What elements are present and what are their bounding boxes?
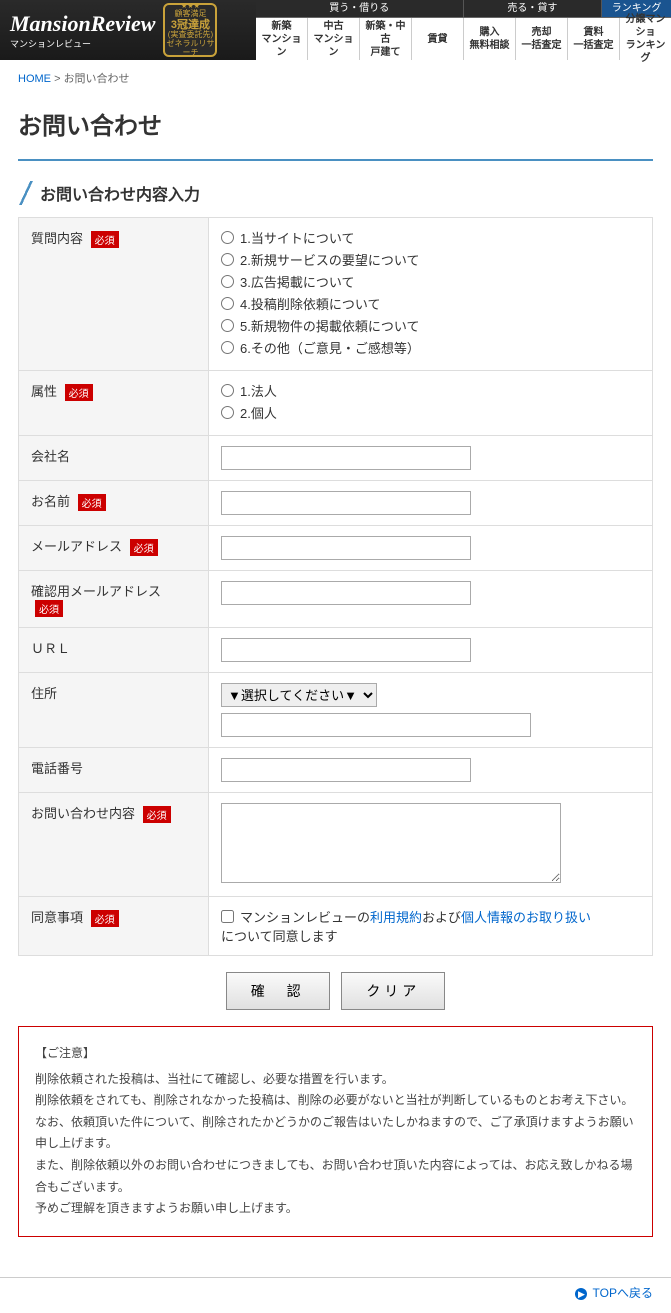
required-badge: 必須	[35, 600, 63, 617]
radio-input[interactable]	[221, 406, 234, 419]
required-badge: 必須	[130, 539, 158, 556]
notice-line: 予めご理解を頂きますようお願い申し上げます。	[35, 1198, 636, 1220]
label-agree: 同意事項 必須	[19, 897, 209, 956]
label-email: メールアドレス 必須	[19, 526, 209, 571]
radio-input[interactable]	[221, 231, 234, 244]
logo-main: MansionReview	[10, 11, 155, 37]
terms-link[interactable]: 利用規約	[370, 907, 422, 926]
radio-input[interactable]	[221, 253, 234, 266]
label-company: 会社名	[19, 436, 209, 481]
main-nav: 買う・借りる 売る・貸す ランキング 新築 マンション 中古 マンション 新築・…	[256, 0, 671, 60]
radio-input[interactable]	[221, 275, 234, 288]
field-attribute: 1.法人 2.個人	[209, 371, 653, 436]
required-badge: 必須	[91, 231, 119, 248]
inquiry-form: 質問内容 必須 1.当サイトについて 2.新規サービスの要望について 3.広告掲…	[18, 217, 653, 956]
url-input[interactable]	[221, 638, 471, 662]
nav-cat-buy[interactable]: 買う・借りる	[256, 0, 463, 17]
title-divider	[18, 159, 653, 161]
nav-cat-sell[interactable]: 売る・貸す	[463, 0, 602, 17]
main-content: お問い合わせ お問い合わせ内容入力 質問内容 必須 1.当サイトについて 2.新…	[0, 106, 671, 1277]
name-input[interactable]	[221, 491, 471, 515]
radio-input[interactable]	[221, 341, 234, 354]
nav-tab[interactable]: 分譲マンショ ランキング	[619, 18, 671, 60]
nav-tab[interactable]: 売却 一括査定	[515, 18, 567, 60]
badge-line: ゼネラルリサーチ	[165, 40, 215, 58]
page-title: お問い合わせ	[18, 106, 653, 141]
label-tel: 電話番号	[19, 748, 209, 793]
logo[interactable]: MansionReview マンションレビュー	[10, 11, 155, 50]
radio-option[interactable]: 2.個人	[221, 403, 640, 422]
breadcrumb-home[interactable]: HOME	[18, 73, 51, 85]
slash-icon	[18, 181, 34, 205]
privacy-link[interactable]: 個人情報のお取り扱い	[461, 907, 591, 926]
radio-option[interactable]: 3.広告掲載について	[221, 272, 640, 291]
email-confirm-input[interactable]	[221, 581, 471, 605]
breadcrumb-current: お問い合わせ	[64, 73, 130, 85]
body-textarea[interactable]	[221, 803, 561, 883]
radio-input[interactable]	[221, 297, 234, 310]
label-body: お問い合わせ内容 必須	[19, 793, 209, 897]
form-buttons: 確 認 クリア	[18, 972, 653, 1010]
notice-line: また、削除依頼以外のお問い合わせにつきましても、お問い合わせ頂いた内容によっては…	[35, 1155, 636, 1198]
breadcrumb-sep: >	[54, 73, 60, 85]
notice-line: なお、依頼頂いた件について、削除されたかどうかのご報告はいたしかねますので、ご了…	[35, 1112, 636, 1155]
address-select[interactable]: ▼選択してください▼	[221, 683, 377, 707]
radio-option[interactable]: 1.法人	[221, 381, 640, 400]
radio-option[interactable]: 2.新規サービスの要望について	[221, 250, 640, 269]
required-badge: 必須	[91, 910, 119, 927]
back-to-top: ▶ TOPへ戻る	[0, 1277, 671, 1313]
email-input[interactable]	[221, 536, 471, 560]
notice-title: 【ご注意】	[35, 1043, 636, 1065]
radio-option[interactable]: 1.当サイトについて	[221, 228, 640, 247]
nav-tab[interactable]: 購入 無料相談	[463, 18, 515, 60]
section-header: お問い合わせ内容入力	[18, 181, 653, 205]
nav-tabs: 新築 マンション 中古 マンション 新築・中古 戸建て 賃貸 購入 無料相談 売…	[256, 18, 671, 60]
agree-checkbox[interactable]	[221, 910, 234, 923]
tel-input[interactable]	[221, 758, 471, 782]
field-question-type: 1.当サイトについて 2.新規サービスの要望について 3.広告掲載について 4.…	[209, 218, 653, 371]
site-header: MansionReview マンションレビュー ★★★ 顧客満足 3冠達成 (実…	[0, 0, 671, 60]
award-badge: ★★★ 顧客満足 3冠達成 (実査委託先) ゼネラルリサーチ	[163, 3, 217, 57]
nav-tab[interactable]: 賃貸	[411, 18, 463, 60]
arrow-up-icon: ▶	[575, 1288, 587, 1300]
notice-line: 削除依頼された投稿は、当社にて確認し、必要な措置を行います。	[35, 1069, 636, 1091]
radio-input[interactable]	[221, 319, 234, 332]
nav-tab[interactable]: 中古 マンション	[307, 18, 359, 60]
required-badge: 必須	[78, 494, 106, 511]
required-badge: 必須	[143, 806, 171, 823]
section-title: お問い合わせ内容入力	[40, 181, 200, 205]
radio-option[interactable]: 4.投稿削除依頼について	[221, 294, 640, 313]
clear-button[interactable]: クリア	[341, 972, 445, 1010]
back-to-top-link[interactable]: TOPへ戻る	[593, 1286, 653, 1300]
company-input[interactable]	[221, 446, 471, 470]
badge-line: 顧客満足	[174, 10, 206, 19]
breadcrumb: HOME > お問い合わせ	[0, 60, 671, 96]
agree-row: マンションレビューの 利用規約 および 個人情報のお取り扱い について同意します	[221, 907, 640, 945]
notice-box: 【ご注意】 削除依頼された投稿は、当社にて確認し、必要な措置を行います。 削除依…	[18, 1026, 653, 1237]
notice-line: 削除依頼をされても、削除されなかった投稿は、削除の必要がないと当社が判断している…	[35, 1090, 636, 1112]
address-input[interactable]	[221, 713, 531, 737]
nav-tab[interactable]: 賃料 一括査定	[567, 18, 619, 60]
radio-option[interactable]: 5.新規物件の掲載依頼について	[221, 316, 640, 335]
required-badge: 必須	[65, 384, 93, 401]
label-email-confirm: 確認用メールアドレス 必須	[19, 571, 209, 628]
nav-tab[interactable]: 新築・中古 戸建て	[359, 18, 411, 60]
confirm-button[interactable]: 確 認	[226, 972, 330, 1010]
nav-tab[interactable]: 新築 マンション	[256, 18, 307, 60]
label-name: お名前 必須	[19, 481, 209, 526]
radio-input[interactable]	[221, 384, 234, 397]
label-url: ＵＲＬ	[19, 628, 209, 673]
label-address: 住所	[19, 673, 209, 748]
radio-option[interactable]: 6.その他（ご意見・ご感想等）	[221, 338, 640, 357]
logo-sub: マンションレビュー	[10, 37, 91, 50]
nav-categories: 買う・借りる 売る・貸す ランキング	[256, 0, 671, 18]
label-attribute: 属性 必須	[19, 371, 209, 436]
label-question-type: 質問内容 必須	[19, 218, 209, 371]
